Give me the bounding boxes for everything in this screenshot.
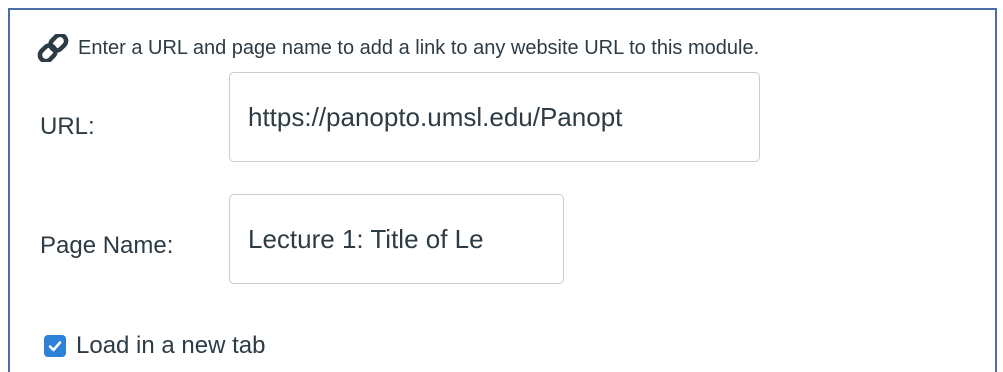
link-icon <box>37 34 69 62</box>
external-url-form: Enter a URL and page name to add a link … <box>8 8 997 372</box>
page-name-input[interactable] <box>229 194 564 284</box>
new-tab-checkbox[interactable] <box>44 335 66 357</box>
page-name-label: Page Name: <box>40 232 174 259</box>
instruction-row: Enter a URL and page name to add a link … <box>36 34 759 62</box>
instruction-text: Enter a URL and page name to add a link … <box>78 36 760 59</box>
new-tab-option[interactable]: Load in a new tab <box>44 332 265 360</box>
new-tab-label: Load in a new tab <box>76 332 266 359</box>
url-input[interactable] <box>229 72 760 162</box>
url-label: URL: <box>40 113 95 140</box>
checkmark-icon <box>48 341 62 352</box>
